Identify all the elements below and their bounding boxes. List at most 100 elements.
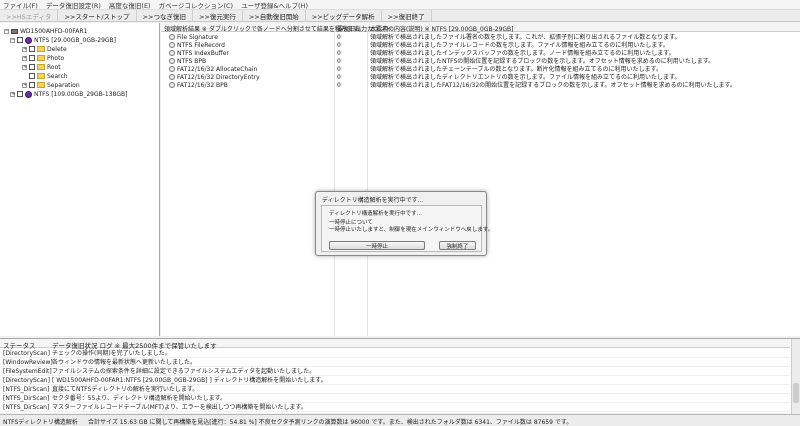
expand-icon[interactable]: + (22, 82, 27, 88)
checkbox[interactable] (17, 37, 23, 43)
tree-volume-2[interactable]: + NTFS [109.00GB_29GB-138GB] (10, 90, 127, 98)
start-stop-button[interactable]: >>スタート/ストップ (58, 9, 137, 22)
folder-label: Search (47, 72, 68, 80)
folder-icon (37, 82, 45, 88)
hs-editor-button[interactable]: >>HSエディタ (0, 9, 59, 22)
row-desc: 領域解析で検出されましたインデックスバッファの数を示します。ノード情報を組み立て… (370, 50, 675, 57)
menu-help[interactable]: ユーザ登録&ヘルプ(H) (241, 0, 308, 10)
menu-recovery-settings[interactable]: データ復旧設定(R) (46, 0, 101, 10)
dialog-message: ディレクトリ構造解析を実行中です... (329, 211, 422, 217)
folder-icon (37, 46, 45, 52)
list-row[interactable]: File Signature 0 領域解析で検出されましたファイル署名の数を示し… (161, 34, 800, 42)
row-count: 0 (337, 50, 341, 57)
log-panel: ステータス データ復旧状況 ログ ※ 最大2500件まで保管いたします [Dir… (0, 338, 800, 414)
volume-icon (25, 36, 32, 44)
log-scrollbar[interactable] (791, 339, 800, 414)
checkbox[interactable] (29, 46, 35, 52)
menu-advanced-recovery[interactable]: 高度な復旧(E) (109, 0, 151, 10)
collapse-icon[interactable]: − (4, 28, 9, 34)
folder-icon (37, 64, 45, 70)
row-count: 0 (337, 58, 341, 65)
row-desc: 領域解析で検出されましたNTFSの開始位置を記録するブロックの数を示します。オフ… (370, 58, 715, 65)
tree-folder-search[interactable]: Search (29, 72, 68, 80)
log-header: ステータス データ復旧状況 ログ ※ 最大2500件まで保管いたします (0, 339, 790, 350)
list-header: 領域解析結果 ※ ダブルクリックで各ノードへ分割させて結果を積みます。 要復旧出… (161, 23, 800, 33)
log-tag: [NTFS_DirScan] (3, 386, 50, 393)
expand-icon[interactable]: + (22, 55, 27, 61)
status-bar: NTFSディレクトリ構造解析 合計サイズ 15.63 GB に関して再構築を見込… (0, 414, 800, 426)
row-name: NTFS FileRecord (177, 42, 225, 49)
toolbar: >>HSエディタ >>スタート/ストップ >>つなぎ復旧 >>復元実行 >>自動… (0, 9, 800, 22)
expand-icon[interactable]: + (22, 46, 27, 52)
folder-icon (37, 55, 45, 61)
collapse-icon[interactable]: − (10, 37, 15, 43)
row-count: 0 (337, 66, 341, 73)
item-icon (169, 58, 175, 64)
log-message: [ WD1500AHFD-00FAR1:NTFS [29.00GB_0GB-29… (52, 377, 327, 384)
pause-button[interactable]: 一時停止 (329, 241, 425, 250)
folder-label: Root (47, 63, 61, 71)
progress-dialog: ディレクトリ構造解析を実行中です... ディレクトリ構造解析を実行中です... … (315, 191, 493, 256)
checkbox[interactable] (29, 82, 35, 88)
drive-tree: − WD1500AHFD-00FAR1 − NTFS [29.00GB_0GB-… (0, 23, 160, 336)
tree-volume-1[interactable]: − NTFS [29.00GB_0GB-29GB] (10, 36, 116, 44)
list-row[interactable]: FAT12/16/32 DirectoryEntry 0 領域解析で検出されまし… (161, 74, 800, 82)
list-row[interactable]: NTFS BPB 0 領域解析で検出されましたNTFSの開始位置を記録するブロッ… (161, 58, 800, 66)
volume-2-label: NTFS [109.00GB_29GB-138GB] (34, 90, 128, 98)
status-operation: NTFSディレクトリ構造解析 (3, 419, 78, 426)
log-row: [NTFS_DirScan] マスターファイルレコードテーブル(MFT)より、エ… (0, 403, 790, 412)
menu-garbage-collection[interactable]: ガベージコレクション(C) (159, 0, 233, 10)
column-header-result[interactable]: 領域解析結果 ※ ダブルクリックで各ノードへ分割させて結果を積みます。 (164, 24, 364, 33)
log-message: ファイルシステムの探索条件を詳細に設定できるファイルシステムエディタを起動いたし… (52, 368, 316, 375)
list-row[interactable]: FAT12/16/32 AllocateChain 0 領域解析で検出されました… (161, 66, 800, 74)
restore-button[interactable]: >>復元実行 (193, 9, 243, 22)
item-icon (169, 34, 175, 40)
checkbox[interactable] (29, 73, 35, 79)
row-name: NTFS IndexBuffer (177, 50, 229, 57)
big-data-analysis-button[interactable]: >>ビッグデータ解析 (306, 9, 382, 22)
scrollbar-thumb[interactable] (793, 383, 799, 403)
expand-icon[interactable]: + (22, 64, 27, 70)
row-desc: 領域解析で検出されましたFAT12/16/32の開始位置を記録するブロックの数を… (370, 82, 736, 89)
hard-disk-icon (11, 28, 18, 34)
checkbox[interactable] (29, 55, 35, 61)
chain-recovery-button[interactable]: >>つなぎ復旧 (137, 9, 193, 22)
log-tag: [WindowReview] (3, 359, 53, 366)
item-icon (169, 66, 175, 72)
list-row[interactable]: FAT12/16/32 BPB 0 領域解析で検出されましたFAT12/16/3… (161, 82, 800, 90)
column-header-desc[interactable]: 本要素の内容(説明) ※ NTFS [29.00GB_0GB-29GB] (370, 24, 514, 33)
tree-folder-delete[interactable]: + Delete (22, 45, 67, 53)
item-icon (169, 42, 175, 48)
expand-icon[interactable]: + (10, 91, 15, 97)
tree-disk[interactable]: − WD1500AHFD-00FAR1 (4, 27, 87, 35)
log-tag: [DirectoryScan] (3, 350, 50, 357)
tree-folder-separation[interactable]: + Separation (22, 81, 80, 89)
checkbox[interactable] (29, 64, 35, 70)
tree-folder-photo[interactable]: + Photo (22, 54, 64, 62)
log-row: [DirectoryScan] [ WD1500AHFD-00FAR1:NTFS… (0, 376, 790, 385)
log-row: [WindowReview] 各ウィンドウの情報を最新状態へ更新いたしました。 (0, 358, 790, 367)
volume-1-label: NTFS [29.00GB_0GB-29GB] (34, 36, 116, 44)
folder-label: Photo (47, 54, 65, 62)
menu-file[interactable]: ファイル(F) (3, 0, 38, 10)
tree-folder-root[interactable]: + Root (22, 63, 61, 71)
dialog-body: ディレクトリ構造解析を実行中です... 一時停止について 一時停止いたしますと、… (321, 205, 493, 252)
auto-recovery-button[interactable]: >>自動復旧開始 (243, 9, 306, 22)
log-tag: [NTFS_DirScan] (3, 404, 50, 411)
disk-label: WD1500AHFD-00FAR1 (20, 27, 88, 35)
checkbox[interactable] (17, 91, 23, 97)
row-name: FAT12/16/32 DirectoryEntry (177, 74, 260, 81)
row-desc: 領域解析で検出されましたファイル署名の数を示します。これが、拡張子別に割り出され… (370, 34, 681, 41)
force-quit-button[interactable]: 強制終了 (439, 241, 476, 250)
row-count: 0 (337, 74, 341, 81)
folder-label: Separation (47, 81, 80, 89)
row-desc: 領域解析で検出されましたファイルレコードの数を示します。ファイル情報を組み立てる… (370, 42, 669, 49)
menu-bar: ファイル(F) データ復旧設定(R) 高度な復旧(E) ガベージコレクション(C… (0, 0, 800, 10)
folder-icon (37, 73, 45, 79)
list-row[interactable]: NTFS FileRecord 0 領域解析で検出されましたファイルレコードの数… (161, 42, 800, 50)
list-row[interactable]: NTFS IndexBuffer 0 領域解析で検出されましたインデックスバッフ… (161, 50, 800, 58)
dialog-pause-note: 一時停止いたしますと、制御を現在メインウィンドウへ戻します。 (329, 227, 494, 233)
log-row: [FileSystemEdit] ファイルシステムの探索条件を詳細に設定できるフ… (0, 367, 790, 376)
row-name: NTFS BPB (177, 58, 207, 65)
finish-recovery-button[interactable]: >>復旧終了 (382, 9, 432, 22)
